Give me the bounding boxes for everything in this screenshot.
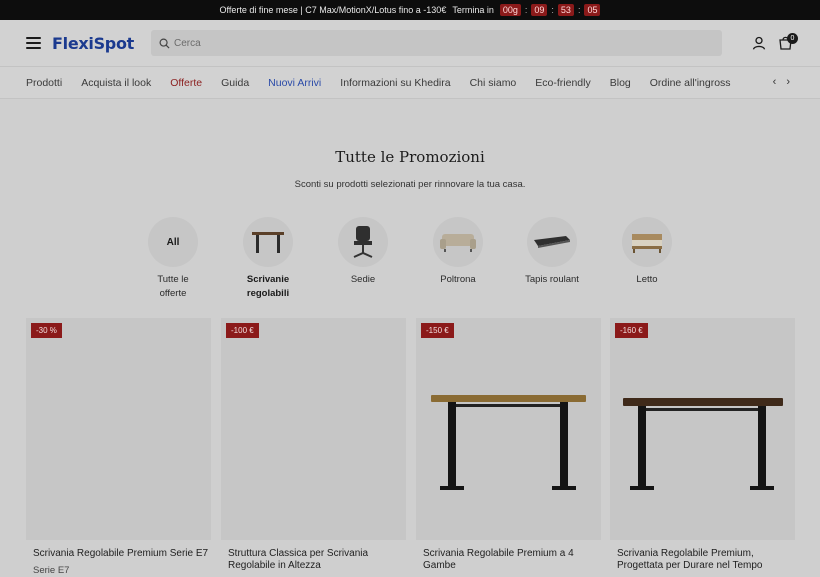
cart-count-badge: 0: [787, 33, 798, 44]
category-treadmills[interactable]: Tapis roulant: [507, 217, 597, 287]
flexispot-logo[interactable]: FlexiSpot: [52, 34, 134, 53]
nav-item-offerte[interactable]: Offerte: [170, 77, 202, 89]
walking-pad-icon: [534, 236, 570, 248]
nav-item-prodotti[interactable]: Prodotti: [26, 77, 62, 89]
category-chairs[interactable]: Sedie: [318, 217, 408, 287]
countdown-hours: 09: [531, 4, 548, 16]
product-card[interactable]: -30 %: [26, 318, 211, 540]
category-standing-desks[interactable]: Scrivanie regolabili: [223, 217, 313, 301]
countdown-days: 00g: [499, 4, 521, 16]
discount-badge: -160 €: [615, 323, 648, 338]
category-label: Sedie: [350, 274, 376, 285]
category-label: Letto: [636, 274, 658, 285]
nav-item-ordine-ingrosso[interactable]: Ordine all'ingross: [650, 77, 731, 89]
nav-item-guida[interactable]: Guida: [221, 77, 249, 89]
category-all-circle: All: [148, 217, 198, 267]
bed-icon: [632, 234, 662, 253]
user-account-icon[interactable]: [752, 36, 766, 50]
site-header: FlexiSpot 0: [0, 20, 820, 66]
product-series: Serie E7: [33, 565, 70, 576]
search-input[interactable]: [174, 37, 674, 49]
discount-badge: -100 €: [226, 323, 259, 338]
category-label: Scrivanie regolabili: [246, 274, 290, 299]
nav-prev-arrow-icon[interactable]: ‹: [773, 76, 777, 88]
armchair-icon: [440, 234, 476, 252]
page-title: Tutte le Promozioni: [335, 148, 485, 166]
product-card[interactable]: -150 €: [416, 318, 601, 540]
hamburger-menu-icon[interactable]: [26, 37, 41, 49]
nav-item-nuovi-arrivi[interactable]: Nuovi Arrivi: [268, 77, 321, 89]
category-beds[interactable]: Letto: [602, 217, 692, 287]
promo-text[interactable]: Offerte di fine mese | C7 Max/MotionX/Lo…: [220, 5, 447, 15]
countdown-label: Termina in: [452, 5, 494, 15]
category-armchairs[interactable]: Poltrona: [413, 217, 503, 287]
category-label: Poltrona: [440, 274, 476, 285]
product-name[interactable]: Struttura Classica per Scrivania Regolab…: [221, 548, 406, 571]
category-all-offers[interactable]: All Tutte le offerte: [128, 217, 218, 301]
search-bar[interactable]: [151, 30, 722, 56]
category-label: Tutte le offerte: [157, 274, 189, 299]
standing-desk-image: [431, 395, 586, 490]
nav-item-blog[interactable]: Blog: [610, 77, 631, 89]
product-card[interactable]: -160 €: [610, 318, 795, 540]
standing-desk-image: [623, 398, 783, 490]
category-label: Tapis roulant: [525, 274, 579, 285]
nav-item-chi-siamo[interactable]: Chi siamo: [470, 77, 517, 89]
nav-next-arrow-icon[interactable]: ›: [786, 76, 790, 88]
main-navigation: Prodotti Acquista il look Offerte Guida …: [0, 66, 820, 99]
page-subtitle: Sconti su prodotti selezionati per rinno…: [294, 179, 526, 190]
standing-desk-icon: [252, 232, 284, 253]
nav-item-acquista-il-look[interactable]: Acquista il look: [81, 77, 151, 89]
nav-item-eco-friendly[interactable]: Eco-friendly: [535, 77, 590, 89]
discount-badge: -30 %: [31, 323, 62, 338]
countdown-minutes: 53: [557, 4, 574, 16]
product-name[interactable]: Scrivania Regolabile Premium a 4 Gambe: [416, 548, 601, 571]
office-chair-icon: [353, 226, 373, 258]
nav-item-khedira[interactable]: Informazioni su Khedira: [340, 77, 450, 89]
product-card[interactable]: -100 €: [221, 318, 406, 540]
countdown-seconds: 05: [584, 4, 601, 16]
search-icon: [159, 38, 170, 49]
promo-bar: Offerte di fine mese | C7 Max/MotionX/Lo…: [0, 0, 820, 20]
discount-badge: -150 €: [421, 323, 454, 338]
product-name[interactable]: Scrivania Regolabile Premium Serie E7: [26, 548, 211, 560]
product-name[interactable]: Scrivania Regolabile Premium, Progettata…: [610, 548, 795, 571]
